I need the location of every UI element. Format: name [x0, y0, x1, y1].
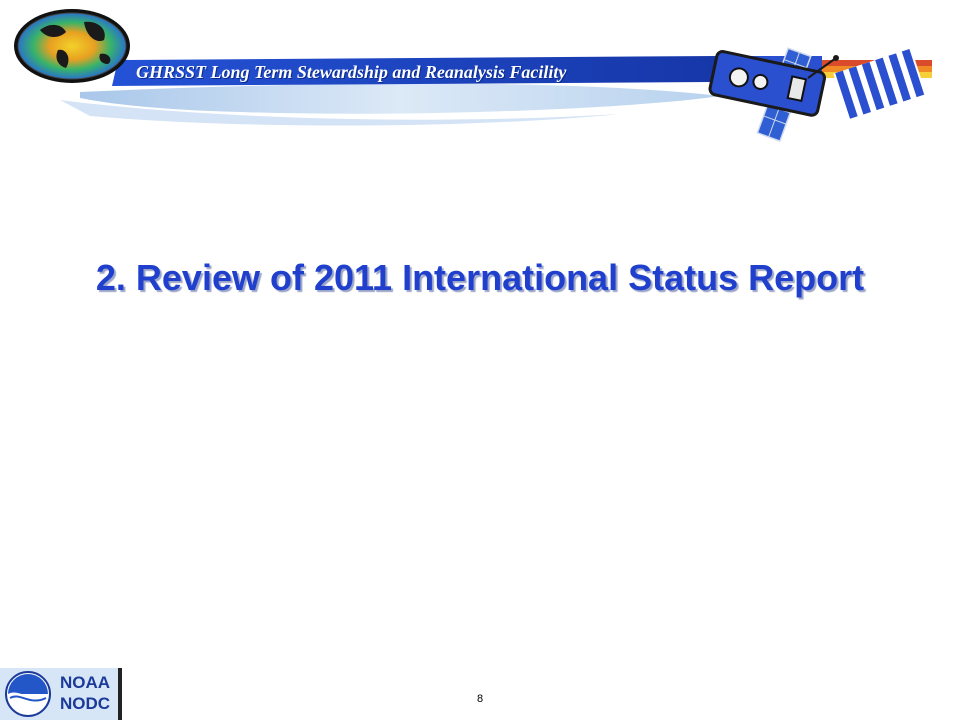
- banner-title: GHRSST Long Term Stewardship and Reanaly…: [136, 62, 567, 82]
- logo-text-nodc: NODC: [60, 694, 111, 713]
- noaa-nodc-logo: NOAA NODC: [0, 668, 122, 720]
- page-number: 8: [476, 693, 484, 705]
- header-banner: GHRSST Long Term Stewardship and Reanaly…: [0, 0, 960, 150]
- slide: GHRSST Long Term Stewardship and Reanaly…: [0, 0, 960, 720]
- slide-title: 2. Review of 2011 International Status R…: [95, 257, 865, 298]
- logo-text-noaa: NOAA: [60, 673, 111, 692]
- sst-globe-icon: [14, 9, 130, 83]
